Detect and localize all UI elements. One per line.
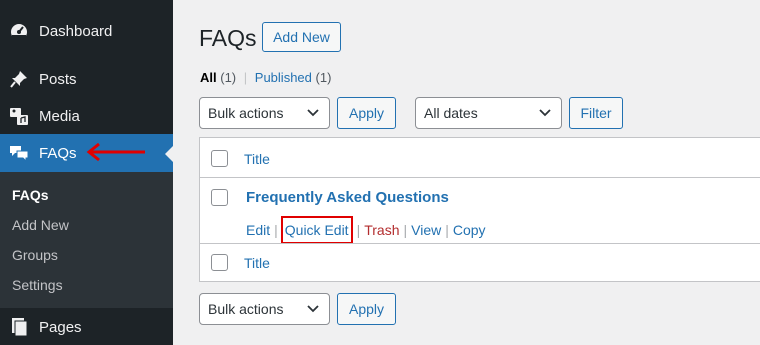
filter-published-count: (1) [315, 70, 332, 85]
faq-bubbles-icon [9, 143, 29, 163]
trash-link[interactable]: Trash [364, 222, 399, 238]
sidebar-item-label: Media [39, 107, 80, 125]
submenu-item-settings[interactable]: Settings [12, 277, 63, 293]
sidebar-item-pages[interactable]: Pages [0, 313, 173, 341]
header-divider [200, 177, 760, 178]
row-actions: Edit | Quick Edit | Trash | View | Copy [246, 216, 486, 244]
pages-icon [9, 317, 29, 337]
submenu-item-groups[interactable]: Groups [12, 247, 58, 263]
bulk-actions-value: Bulk actions [208, 105, 284, 121]
edit-link[interactable]: Edit [246, 222, 270, 238]
filter-all-count: (1) [220, 70, 237, 85]
action-separator: | [274, 222, 278, 238]
copy-link[interactable]: Copy [453, 222, 486, 238]
sidebar-item-media[interactable]: Media [0, 103, 173, 129]
sidebar-item-label: Pages [39, 318, 82, 336]
quick-edit-highlight: Quick Edit [280, 216, 353, 244]
sidebar-item-label: Dashboard [39, 22, 113, 40]
sidebar-item-label: FAQs [39, 144, 77, 162]
action-separator: | [403, 222, 408, 238]
chevron-down-icon [539, 109, 551, 117]
filter-all[interactable]: All [200, 70, 217, 85]
chevron-down-icon [307, 305, 319, 313]
red-arrow-icon [86, 142, 145, 162]
sidebar-item-dashboard[interactable]: Dashboard [0, 18, 173, 44]
submenu-item-add-new[interactable]: Add New [12, 217, 69, 233]
chevron-down-icon [307, 109, 319, 117]
dashboard-icon [9, 21, 29, 41]
status-filter-links: All (1) | Published (1) [200, 70, 331, 85]
bulk-actions-select[interactable]: Bulk actions [199, 97, 330, 129]
sidebar-item-label: Posts [39, 70, 77, 88]
filter-separator: | [243, 70, 248, 85]
pin-icon [9, 69, 29, 89]
view-link[interactable]: View [411, 222, 441, 238]
filter-button[interactable]: Filter [569, 97, 623, 129]
select-all-checkbox[interactable] [211, 150, 228, 167]
footer-divider [200, 243, 760, 244]
add-new-button[interactable]: Add New [262, 22, 341, 52]
title-column-footer[interactable]: Title [244, 255, 270, 271]
filter-published[interactable]: Published [255, 70, 312, 85]
active-indicator [165, 146, 173, 162]
quick-edit-link[interactable]: Quick Edit [285, 222, 349, 238]
action-separator: | [356, 222, 361, 238]
apply-button-bottom[interactable]: Apply [337, 293, 396, 325]
sidebar-item-posts[interactable]: Posts [0, 66, 173, 92]
row-checkbox[interactable] [211, 189, 228, 206]
faqs-submenu: FAQs Add New Groups Settings [0, 172, 173, 308]
date-filter-value: All dates [424, 105, 478, 121]
bulk-actions-select-bottom[interactable]: Bulk actions [199, 293, 330, 325]
date-filter-select[interactable]: All dates [415, 97, 562, 129]
bulk-actions-value: Bulk actions [208, 301, 284, 317]
posts-table: Title Frequently Asked Questions Edit | … [199, 137, 760, 282]
admin-sidebar: Dashboard Posts Media FAQs FAQs Add New … [0, 0, 173, 345]
action-separator: | [445, 222, 449, 238]
submenu-item-faqs[interactable]: FAQs [12, 187, 49, 203]
media-icon [9, 106, 29, 126]
apply-button[interactable]: Apply [337, 97, 396, 129]
select-all-checkbox-footer[interactable] [211, 254, 228, 271]
post-title-link[interactable]: Frequently Asked Questions [246, 189, 449, 206]
page-title: FAQs [199, 25, 257, 51]
title-column-header[interactable]: Title [244, 151, 270, 167]
